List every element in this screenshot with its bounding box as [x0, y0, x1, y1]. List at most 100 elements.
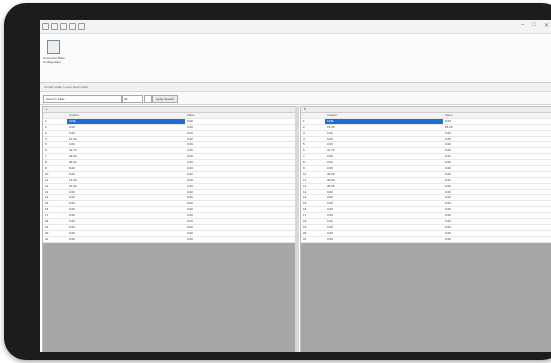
row-id-cell[interactable]: 18 — [303, 219, 315, 224]
caption-cell[interactable]: 15.25 — [325, 125, 443, 130]
row-id-cell[interactable]: 14 — [45, 195, 57, 200]
row-id-cell[interactable]: 5 — [45, 142, 57, 147]
value-cell[interactable]: 0.00 — [443, 137, 515, 142]
value-cell[interactable]: 0.00 — [443, 195, 515, 200]
row-id-cell[interactable]: 3 — [303, 131, 315, 136]
row-id-cell[interactable]: 4 — [303, 137, 315, 142]
caption-cell[interactable]: 36.00 — [325, 172, 443, 177]
value-cell[interactable]: 0.00 — [443, 207, 515, 212]
row-id-cell[interactable]: 14 — [303, 195, 315, 200]
caption-cell[interactable]: LINE — [67, 118, 185, 124]
maximize-button[interactable]: □ — [532, 22, 536, 29]
row-id-cell[interactable]: 20 — [303, 231, 315, 236]
save-icon[interactable] — [51, 23, 58, 30]
customize-base-icon[interactable] — [47, 40, 60, 54]
row-id-cell[interactable]: 15 — [45, 201, 57, 206]
caption-cell[interactable]: LINE — [325, 118, 443, 124]
value-cell[interactable]: 0.00 — [443, 154, 515, 159]
row-id-cell[interactable]: 17 — [45, 213, 57, 218]
value-cell[interactable]: 0.00 — [185, 178, 257, 183]
value-cell[interactable]: 0.00 — [185, 231, 257, 236]
caption-cell[interactable]: 0.00 — [325, 142, 443, 147]
caption-cell[interactable]: 36.00 — [325, 178, 443, 183]
caption-cell[interactable]: 0.00 — [67, 231, 185, 236]
caption-cell[interactable]: 0.00 — [325, 207, 443, 212]
table-row[interactable]: 21 0.00 0.00 — [301, 237, 551, 243]
row-id-cell[interactable]: 21 — [45, 237, 57, 242]
value-cell[interactable]: 0.00 — [443, 131, 515, 136]
caption-cell[interactable]: 0.00 — [325, 195, 443, 200]
minimize-button[interactable]: – — [521, 22, 524, 29]
value-cell[interactable]: 4.25 — [185, 148, 257, 153]
caption-cell[interactable]: 21.00 — [67, 184, 185, 189]
row-id-cell[interactable]: 18 — [45, 219, 57, 224]
value-cell[interactable]: 0.00 — [185, 225, 257, 230]
row-id-cell[interactable]: 16 — [45, 207, 57, 212]
row-id-cell[interactable]: 2 — [303, 125, 315, 130]
caption-cell[interactable]: 0.00 — [325, 237, 443, 242]
row-id-cell[interactable]: 7 — [45, 154, 57, 159]
value-cell[interactable]: 0.00 — [185, 137, 257, 142]
value-cell[interactable]: 0.00 — [185, 195, 257, 200]
caption-cell[interactable]: 0.00 — [67, 190, 185, 195]
value-cell[interactable]: 0.00 — [443, 184, 515, 189]
caption-cell[interactable]: 0.00 — [67, 201, 185, 206]
redo-icon[interactable] — [69, 23, 76, 30]
value-cell[interactable]: 0.00 — [185, 184, 257, 189]
value-cell[interactable]: 0.00 — [185, 213, 257, 218]
caption-cell[interactable]: 0.00 — [325, 154, 443, 159]
row-id-cell[interactable]: 13 — [45, 190, 57, 195]
value-cell[interactable]: 0.00 — [185, 207, 257, 212]
value-cell[interactable]: 0.00 — [443, 142, 515, 147]
caption-cell[interactable]: 14.00 — [67, 137, 185, 142]
value-cell[interactable]: 0.00 — [443, 237, 515, 242]
row-id-cell[interactable]: 2 — [45, 125, 57, 130]
caption-cell[interactable]: 0.00 — [325, 166, 443, 171]
value-column-header[interactable]: Value — [443, 113, 515, 118]
caption-cell[interactable]: 0.00 — [67, 237, 185, 242]
row-id-cell[interactable]: 20 — [45, 231, 57, 236]
caption-cell[interactable]: 0.00 — [325, 190, 443, 195]
row-id-cell[interactable]: 21 — [303, 237, 315, 242]
apply-search-button[interactable]: Apply Search — [152, 95, 178, 103]
caption-cell[interactable]: 0.00 — [325, 231, 443, 236]
value-cell[interactable]: 0.00 — [443, 172, 515, 177]
caption-cell[interactable]: 0.00 — [67, 219, 185, 224]
value-cell[interactable]: 0.00 — [443, 178, 515, 183]
caption-cell[interactable]: 0.00 — [325, 219, 443, 224]
scope-select[interactable]: All — [122, 95, 143, 103]
value-cell[interactable]: 0.00 — [185, 125, 257, 130]
caption-cell[interactable]: 0.00 — [325, 213, 443, 218]
caption-cell[interactable]: 0.00 — [67, 142, 185, 147]
value-cell[interactable]: 0.00 — [185, 219, 257, 224]
row-id-cell[interactable]: 19 — [303, 225, 315, 230]
row-id-cell[interactable]: 16 — [303, 207, 315, 212]
row-id-cell[interactable]: 13 — [303, 190, 315, 195]
caption-cell[interactable]: 0.00 — [325, 201, 443, 206]
caption-cell[interactable]: 36.00 — [325, 184, 443, 189]
row-id-cell[interactable]: 7 — [303, 154, 315, 159]
caption-cell[interactable]: 41.75 — [325, 148, 443, 153]
row-id-cell[interactable]: 8 — [303, 160, 315, 165]
caption-cell[interactable]: 0.00 — [325, 160, 443, 165]
row-id-cell[interactable]: 1 — [303, 119, 315, 124]
value-cell[interactable]: 0.00 — [443, 201, 515, 206]
caption-cell[interactable]: 0.00 — [325, 131, 443, 136]
row-id-cell[interactable]: 5 — [303, 142, 315, 147]
row-id-cell[interactable]: 10 — [45, 172, 57, 177]
row-id-cell[interactable]: 8 — [45, 160, 57, 165]
row-id-cell[interactable]: 17 — [303, 213, 315, 218]
value-cell[interactable]: 0.00 — [185, 142, 257, 147]
pane-splitter[interactable] — [295, 106, 299, 352]
row-id-cell[interactable]: 6 — [303, 148, 315, 153]
value-cell[interactable]: 0.00 — [185, 154, 257, 159]
caption-cell[interactable]: 36.00 — [67, 160, 185, 165]
caption-cell[interactable]: 41.75 — [67, 148, 185, 153]
value-cell[interactable]: 0.00 — [185, 172, 257, 177]
table-row[interactable]: 21 0.00 0.00 — [43, 237, 295, 243]
caption-cell[interactable]: 8.00 — [67, 166, 185, 171]
value-cell[interactable]: 0.00 — [443, 119, 515, 124]
caption-cell[interactable]: 0.00 — [325, 225, 443, 230]
caption-column-header[interactable]: Caption — [67, 113, 185, 118]
value-cell[interactable]: 0.00 — [443, 166, 515, 171]
